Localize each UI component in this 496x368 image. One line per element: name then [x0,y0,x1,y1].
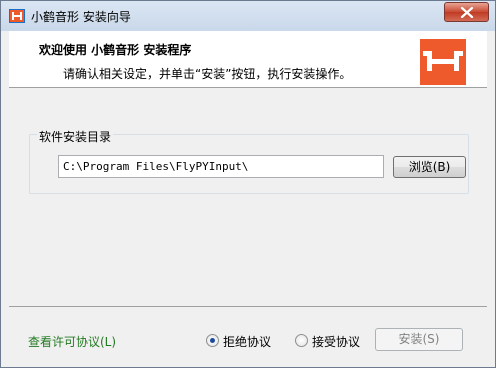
browse-button[interactable]: 浏览(B) [393,156,466,178]
close-button[interactable] [444,2,489,22]
header-subtitle: 请确认相关设定，并单击“安装”按钮，执行安装操作。 [63,67,352,81]
install-dir-label: 软件安装目录 [37,128,114,145]
reject-agreement-label[interactable]: 拒绝协议 [223,333,271,350]
reject-agreement-radio[interactable] [206,334,219,347]
view-license-link[interactable]: 查看许可协议(L) [28,333,116,350]
footer-divider [9,306,487,307]
accept-agreement-label[interactable]: 接受协议 [312,333,360,350]
close-icon [460,7,474,18]
window-title: 小鹤音形 安装向导 [31,10,131,24]
logo-icon [420,39,466,85]
app-icon [9,9,25,23]
installer-window: 小鹤音形 安装向导 欢迎使用 小鹤音形 安装程序 请确认相关设定，并单击“安装”… [0,0,496,368]
header-title: 欢迎使用 小鹤音形 安装程序 [39,43,192,57]
install-path-input[interactable] [58,155,384,178]
title-bar[interactable]: 小鹤音形 安装向导 [1,1,495,31]
wizard-header: 欢迎使用 小鹤音形 安装程序 请确认相关设定，并单击“安装”按钮，执行安装操作。 [9,31,487,88]
accept-agreement-radio[interactable] [295,334,308,347]
install-button[interactable]: 安装(S) [375,328,463,351]
